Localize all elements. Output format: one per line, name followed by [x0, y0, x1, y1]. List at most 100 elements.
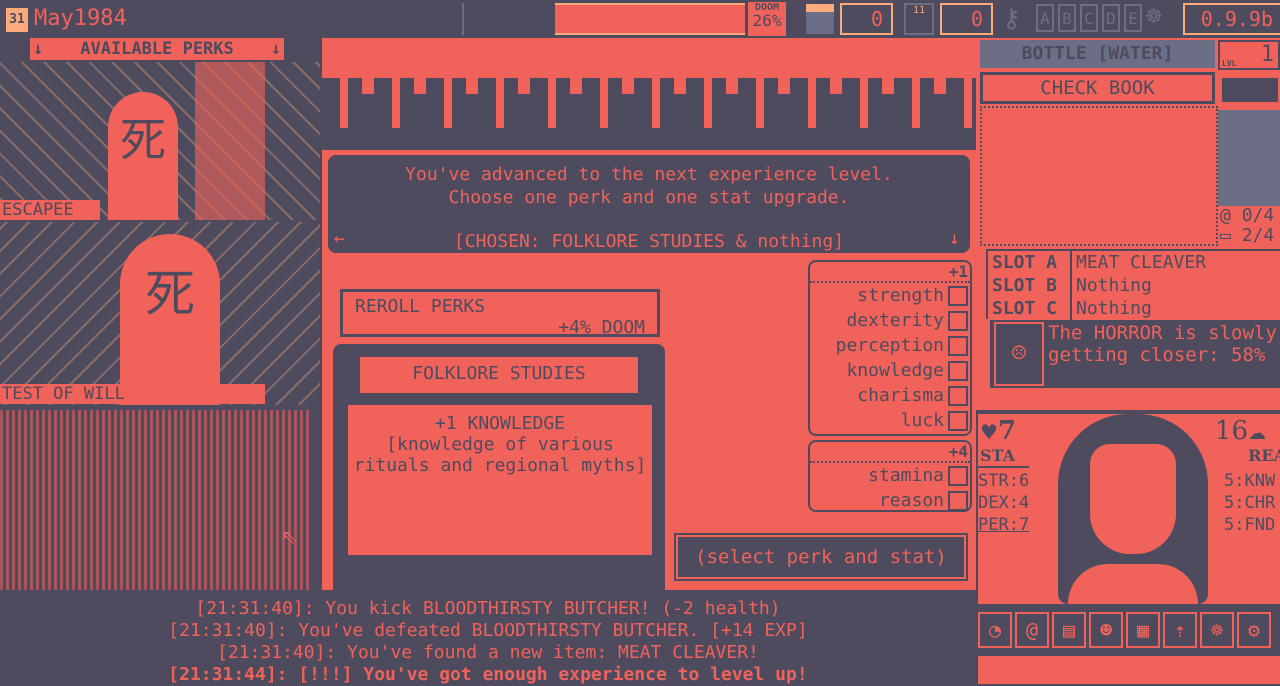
- log-entry: [21:31:40]: You've defeated BLOODTHIRSTY…: [168, 620, 808, 641]
- location-scene: [555, 3, 745, 35]
- exp-bar: [1220, 76, 1280, 104]
- perk-image-panel: [195, 62, 265, 220]
- checkbox[interactable]: [948, 490, 968, 511]
- stat-option-luck[interactable]: luck: [810, 408, 970, 433]
- stat-label: stamina: [868, 465, 944, 486]
- slot-label: SLOT C: [988, 297, 1072, 320]
- bottom-red-panel: [978, 656, 1280, 684]
- arrow-left-icon[interactable]: ←: [334, 227, 345, 250]
- equipped-item[interactable]: BOTTLE [WATER]: [980, 40, 1215, 68]
- perk-portrait: 死: [120, 234, 220, 405]
- letter-c: C: [1080, 4, 1098, 32]
- perk-title: FOLKLORE STUDIES: [357, 354, 641, 396]
- floppy-icon: 11: [904, 3, 934, 35]
- checkbox[interactable]: [948, 285, 968, 306]
- bullets-icon: [806, 4, 834, 34]
- dialog-message: You've advanced to the next experience l…: [326, 153, 972, 255]
- stat-option-stamina[interactable]: stamina: [810, 463, 970, 488]
- version: 0.9.9b: [1183, 3, 1280, 35]
- stat-label: reason: [878, 490, 944, 511]
- slot-label: SLOT B: [988, 274, 1072, 297]
- horror-portrait: ☹: [994, 322, 1044, 386]
- checkbox[interactable]: [948, 360, 968, 381]
- doom-meter: DOOM 26%: [748, 2, 786, 36]
- heart-icon: ♥: [980, 420, 998, 444]
- book-area: [980, 106, 1218, 246]
- stat-option-strength[interactable]: strength: [810, 283, 970, 308]
- perk-description: +1 KNOWLEDGE [knowledge of various ritua…: [345, 402, 655, 558]
- mouse-cursor-icon: ⇖: [282, 520, 298, 550]
- arrow-down-icon: ↓: [270, 39, 281, 59]
- checkbox[interactable]: [948, 310, 968, 331]
- menu-icon-bar: ◔ @ ▤ ☻ ▦ ⇡ ☸ ⚙: [978, 612, 1280, 652]
- letter-a: A: [1036, 4, 1054, 32]
- log-entry: [21:31:40]: You kick BLOODTHIRSTY BUTCHE…: [195, 598, 781, 619]
- stat-option-reason[interactable]: reason: [810, 488, 970, 513]
- building-icon[interactable]: ▦: [1126, 612, 1160, 648]
- stat-option-charisma[interactable]: charisma: [810, 383, 970, 408]
- chart-icon[interactable]: ▤: [1052, 612, 1086, 648]
- checkbox[interactable]: [948, 385, 968, 406]
- stat-label: perception: [835, 335, 944, 356]
- slot-value: MEAT CLEAVER: [1076, 252, 1207, 273]
- character-portrait: [1058, 414, 1208, 604]
- date: May1984: [34, 6, 127, 31]
- save-counter: 0: [940, 3, 993, 35]
- location-image: [1218, 110, 1280, 206]
- stat-label: charisma: [857, 385, 944, 406]
- shoulders: [1068, 564, 1198, 604]
- level-box: LVL 1: [1218, 40, 1280, 70]
- octopus-icon[interactable]: ☸: [1200, 612, 1234, 648]
- arrow-down-icon[interactable]: ↓: [949, 227, 960, 250]
- stat-label: luck: [900, 410, 944, 431]
- check-book-button[interactable]: CHECK BOOK: [980, 72, 1215, 104]
- stat-option-dexterity[interactable]: dexterity: [810, 308, 970, 333]
- checkbox[interactable]: [948, 465, 968, 486]
- stat-option-perception[interactable]: perception: [810, 333, 970, 358]
- perk-detail-panel: FOLKLORE STUDIES +1 KNOWLEDGE [knowledge…: [333, 344, 665, 590]
- clock-icon[interactable]: ◔: [978, 612, 1012, 648]
- people-icon[interactable]: ☻: [1089, 612, 1123, 648]
- stat-label: strength: [857, 285, 944, 306]
- level-up-icon[interactable]: ⇡: [1163, 612, 1197, 648]
- checkbox[interactable]: [948, 410, 968, 431]
- skyline: [322, 78, 976, 128]
- perk-card-test-of-will[interactable]: 死 TEST OF WILL: [0, 222, 320, 405]
- perk-card-escapee[interactable]: 死 ESCAPEE: [0, 62, 320, 220]
- equipment-slot[interactable]: SLOT B Nothing: [988, 274, 1280, 297]
- octopus-icon: ☸: [1146, 2, 1162, 32]
- perk-name: ESCAPEE: [0, 200, 100, 220]
- gear-icon[interactable]: ⚙: [1237, 612, 1271, 648]
- letter-e: E: [1124, 4, 1142, 32]
- stat-upgrade-plus1: +1 strength dexterity perception knowledge c…: [808, 260, 972, 436]
- slot-value: Nothing: [1076, 298, 1152, 319]
- equipment-slots: SLOT A MEAT CLEAVER SLOT B Nothing SLOT C Not…: [986, 249, 1280, 320]
- spiral-icon[interactable]: @: [1015, 612, 1049, 648]
- divider: [462, 3, 464, 35]
- checkbox[interactable]: [948, 335, 968, 356]
- letter-b: B: [1058, 4, 1076, 32]
- face: [1090, 444, 1176, 554]
- log-entry: [21:31:40]: You've found a new item: MEA…: [217, 642, 759, 663]
- calendar-icon: 31: [6, 8, 28, 32]
- city-skyline-art: [322, 38, 976, 150]
- equipment-slot[interactable]: SLOT C Nothing: [988, 297, 1280, 320]
- letter-d: D: [1102, 4, 1120, 32]
- reroll-perks-button[interactable]: REROLL PERKS +4% DOOM: [340, 289, 660, 338]
- equipment-slot[interactable]: SLOT A MEAT CLEAVER: [988, 251, 1280, 274]
- spell-counter: @ 0/4 ▭ 2/4: [1220, 205, 1275, 246]
- slot-label: SLOT A: [988, 251, 1072, 274]
- stat-label: dexterity: [846, 310, 944, 331]
- stat-label: knowledge: [846, 360, 944, 381]
- key-icon: ⚷: [1002, 4, 1022, 34]
- character-panel: ♥7 STA 16☁ REA STR:6 DEX:4 PER:7 5:KNW 5…: [978, 414, 1280, 604]
- message-log: [21:31:40]: You kick BLOODTHIRSTY BUTCHE…: [0, 598, 976, 686]
- slot-value: Nothing: [1076, 275, 1152, 296]
- perk-noise-area: [0, 410, 312, 590]
- log-entry: [21:31:44]: [!!!] You've got enough expe…: [168, 664, 808, 685]
- arrow-down-icon: ↓: [33, 39, 44, 59]
- stat-upgrade-plus4: +4 stamina reason: [808, 440, 972, 512]
- perk-portrait: 死: [108, 92, 178, 220]
- confirm-button[interactable]: (select perk and stat): [674, 533, 968, 581]
- stat-option-knowledge[interactable]: knowledge: [810, 358, 970, 383]
